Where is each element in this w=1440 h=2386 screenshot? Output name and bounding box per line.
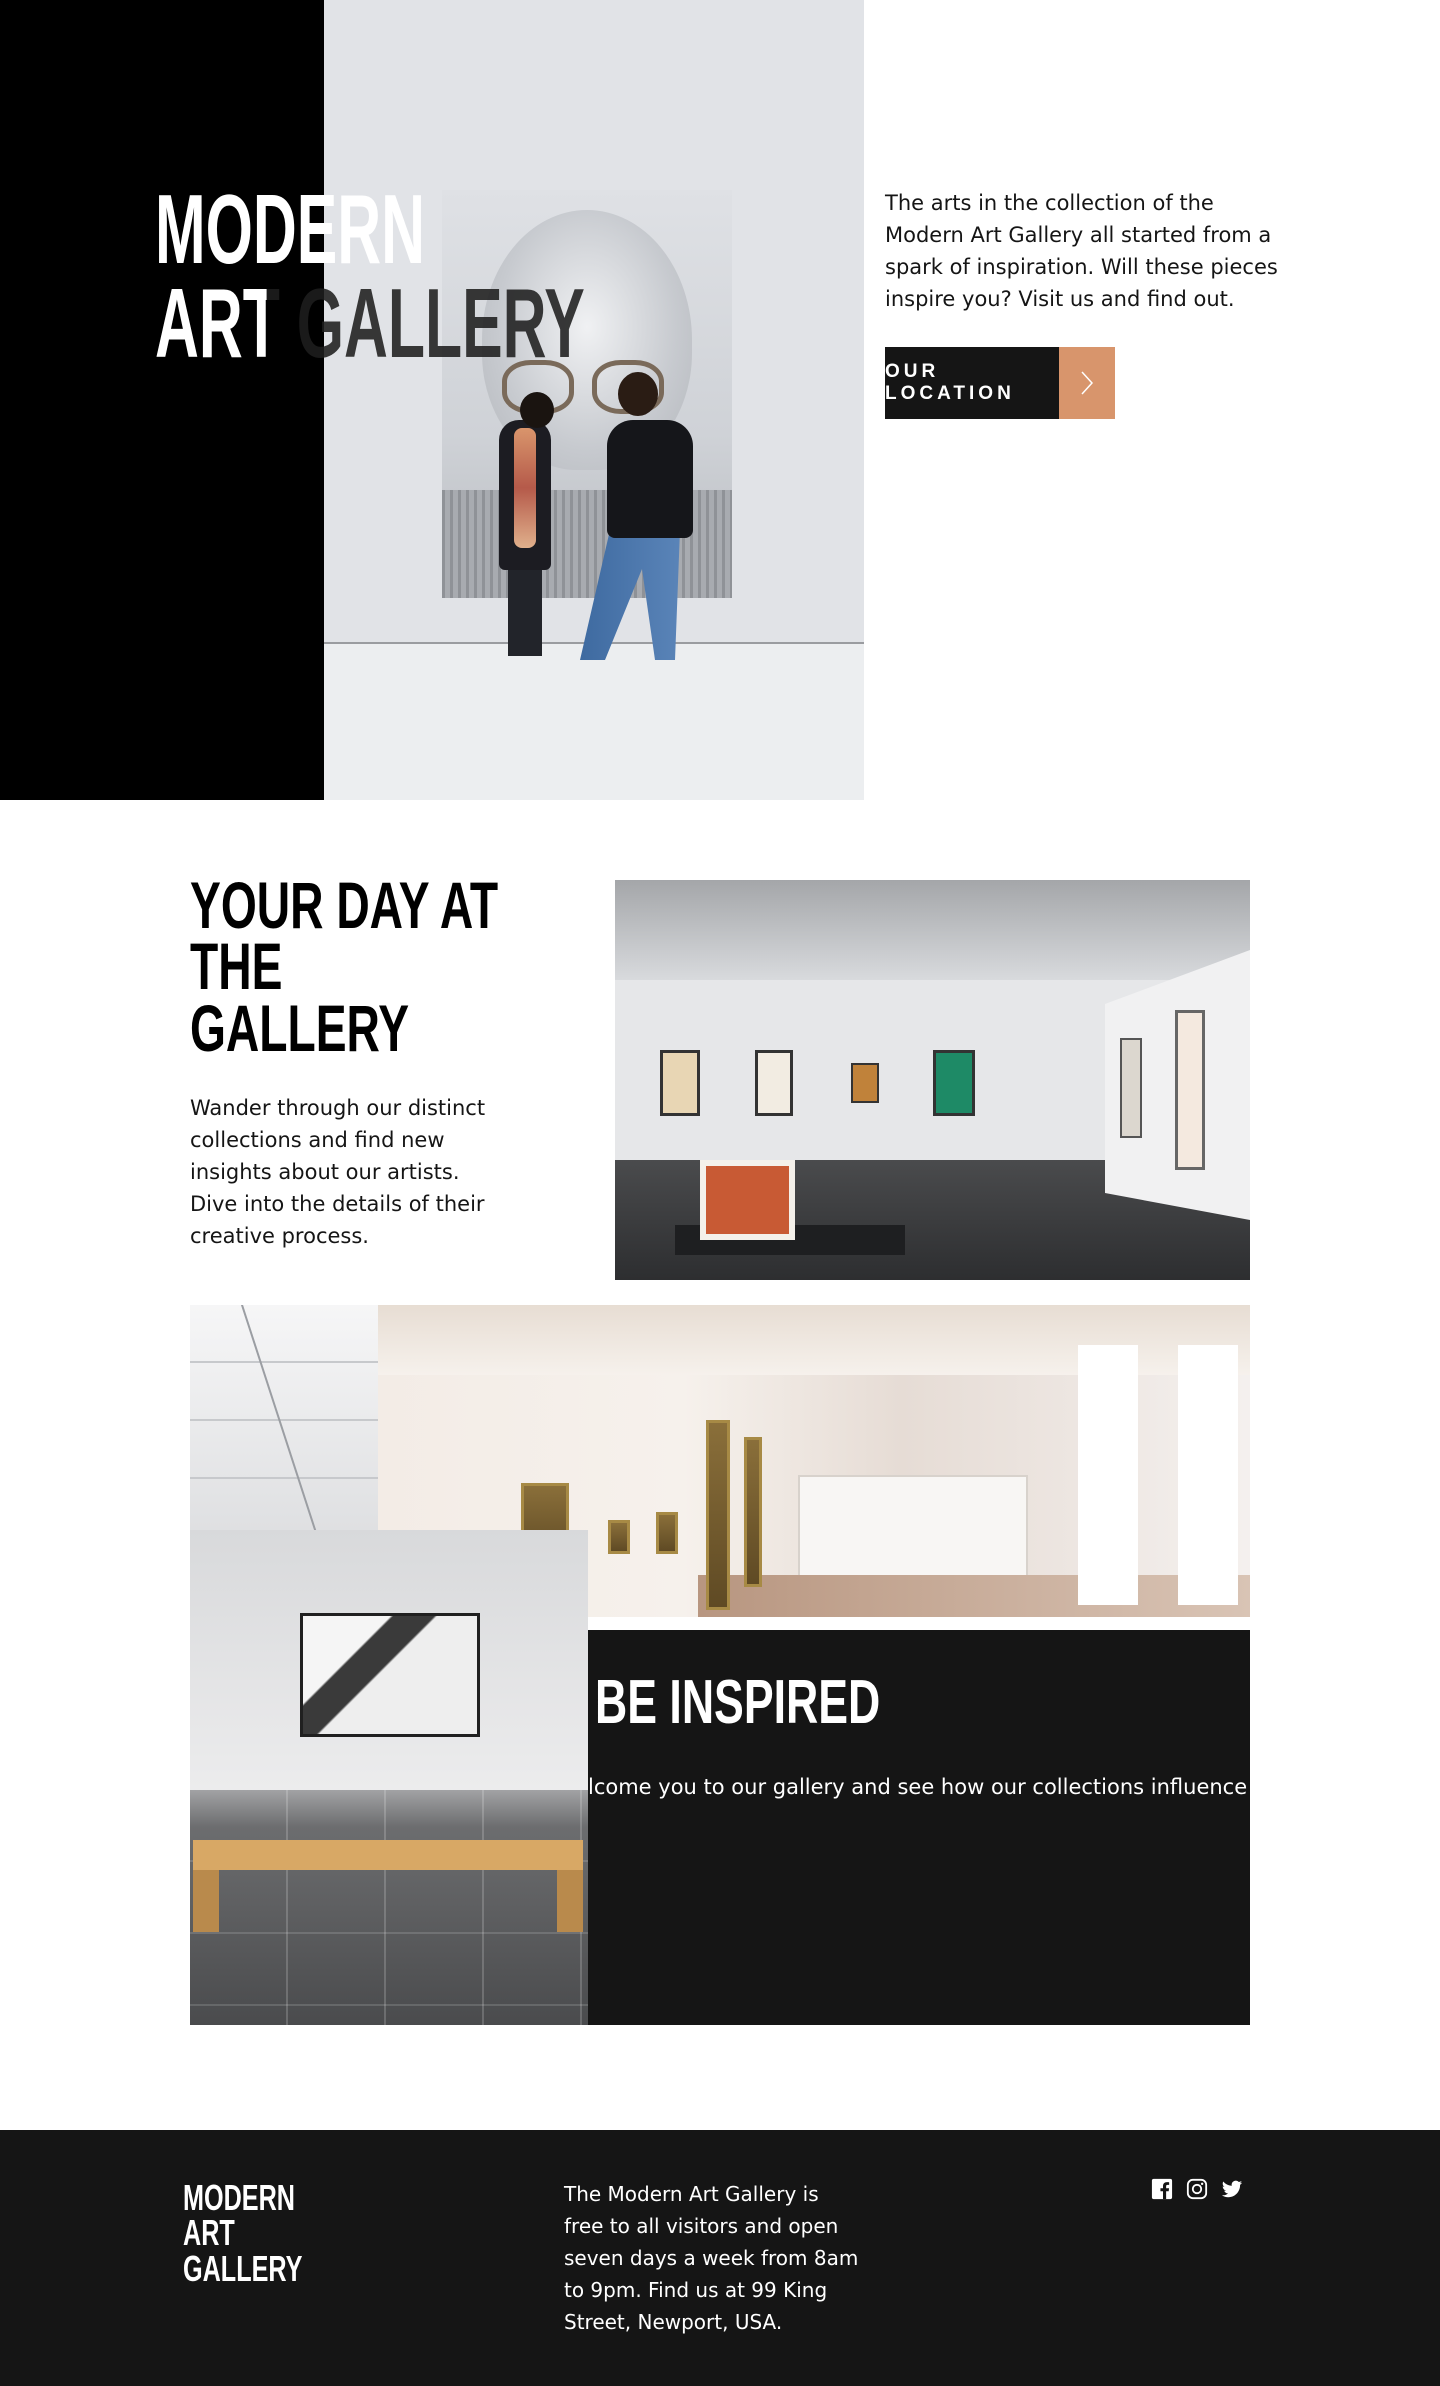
bench <box>193 1840 583 1870</box>
instagram-link[interactable] <box>1186 2178 1208 2200</box>
hero-title-line2: ART GALLERY ART GALLERY <box>155 268 585 379</box>
day-heading: YOUR DAY AT THE GALLERY <box>190 868 499 1065</box>
hero-black-panel <box>0 0 324 800</box>
gallery-collage: BE INSPIRED lcome you to our gallery and… <box>190 1305 1250 2025</box>
facebook-icon <box>1151 2178 1173 2200</box>
footer-info-text: The Modern Art Gallery is free to all vi… <box>564 2182 859 2334</box>
bench-room-photo <box>190 1530 588 2025</box>
our-location-label: OUR LOCATION <box>885 361 1015 404</box>
twitter-link[interactable] <box>1221 2178 1243 2200</box>
footer: MODERN ART GALLERY The Modern Art Galler… <box>0 2130 1440 2386</box>
our-location-button[interactable]: OUR LOCATION <box>885 347 1115 419</box>
hero-title-line1: MODERN <box>155 174 426 284</box>
day-text: Wander through our distinct collections … <box>190 1096 486 1248</box>
footer-logo[interactable]: MODERN ART GALLERY <box>183 2179 302 2286</box>
facebook-link[interactable] <box>1151 2178 1173 2200</box>
framed-artwork <box>300 1613 480 1737</box>
hero-title: MODERN ART GALLERY ART GALLERY <box>155 174 585 379</box>
hero-intro-text: The arts in the collection of the Modern… <box>885 191 1278 311</box>
gallery-room-photo <box>615 880 1250 1280</box>
ceiling-photo <box>190 1305 380 1530</box>
be-inspired-panel: BE INSPIRED lcome you to our gallery and… <box>588 1630 1250 2025</box>
hero-gallery-photo <box>324 0 864 800</box>
visitor-figure <box>607 420 693 538</box>
chevron-right-icon <box>1081 371 1093 395</box>
sculpture <box>700 1160 795 1240</box>
twitter-icon <box>1221 2180 1243 2198</box>
be-inspired-text: lcome you to our gallery and see how our… <box>588 1775 1250 1799</box>
be-inspired-heading: BE INSPIRED <box>595 1668 881 1737</box>
instagram-icon <box>1186 2178 1208 2200</box>
